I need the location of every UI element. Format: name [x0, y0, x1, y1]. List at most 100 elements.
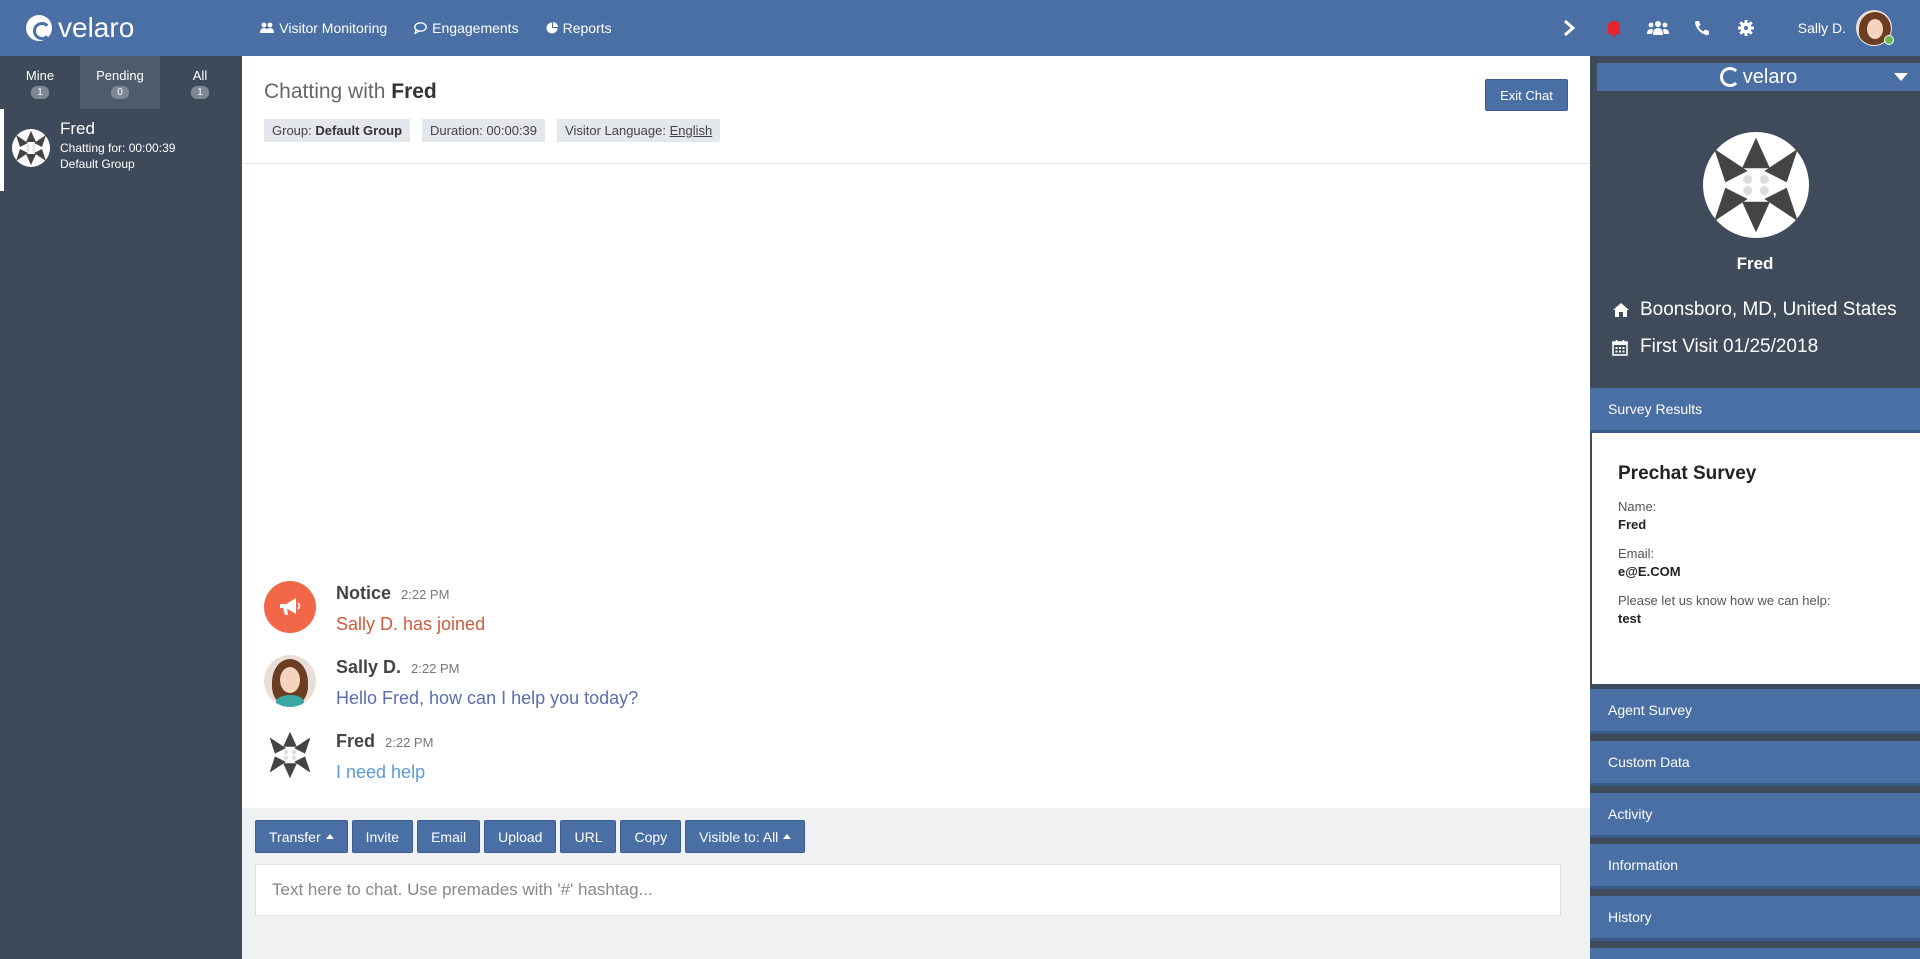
- panel-brand-dropdown[interactable]: velaro: [1597, 63, 1920, 91]
- message-body: Fred 2:22 PM I need help: [336, 729, 433, 803]
- chevron-right-icon[interactable]: [1548, 19, 1592, 37]
- velaro-logo-icon: [26, 15, 52, 41]
- online-status-dot: [1884, 35, 1894, 45]
- survey-answer: Fred: [1618, 517, 1647, 532]
- message-item: Notice 2:22 PM Sally D. has joined: [264, 581, 1564, 655]
- nav-visitor-monitoring[interactable]: Visitor Monitoring: [260, 20, 387, 36]
- message-body: Sally D. 2:22 PM Hello Fred, how can I h…: [336, 655, 638, 729]
- tab-label: All: [192, 68, 208, 83]
- chat-header: Chatting with Fred Group: Default Group …: [242, 56, 1590, 164]
- prechat-survey-card: Prechat Survey Name: Fred Email: e@E.COM…: [1592, 433, 1920, 684]
- survey-question: Name:: [1618, 499, 1657, 514]
- visitor-location-text: Boonsboro, MD, United States: [1640, 299, 1897, 320]
- survey-question: Please let us know how we can help:: [1618, 593, 1831, 608]
- chat-composer: Transfer Invite Email Upload URL Copy Vi…: [242, 808, 1590, 959]
- survey-answer: e@E.COM: [1618, 564, 1681, 579]
- brand-logo[interactable]: velaro: [26, 12, 134, 44]
- invite-button[interactable]: Invite: [351, 820, 414, 853]
- brand-name: velaro: [58, 12, 135, 43]
- activity-header[interactable]: Activity: [1590, 793, 1920, 838]
- language-tag: Visitor Language: English: [557, 119, 721, 142]
- pie-chart-icon: [546, 22, 558, 34]
- chat-list-item-info: Fred Chatting for: 00:00:39 Default Grou…: [60, 119, 175, 191]
- panel-brand-name: velaro: [1742, 65, 1798, 88]
- language-link[interactable]: English: [670, 123, 713, 138]
- message-time: 2:22 PM: [385, 735, 434, 750]
- caret-down-icon: [1894, 73, 1908, 81]
- visitor-profile-name: Fred: [1736, 254, 1774, 273]
- user-name[interactable]: Sally D.: [1798, 20, 1846, 36]
- chat-list-sidebar: Mine 1 Pending 0 All 1 Fred Chatting for…: [0, 56, 242, 959]
- chat-message-input[interactable]: [255, 864, 1561, 916]
- transfer-button[interactable]: Transfer: [255, 820, 348, 853]
- phone-icon[interactable]: [1680, 19, 1724, 37]
- history-header[interactable]: History: [1590, 896, 1920, 941]
- visitor-details-panel: velaro Fred Boonsboro, MD, United States…: [1590, 56, 1920, 959]
- message-author: Notice: [336, 583, 392, 603]
- group-tag-label: Group:: [272, 123, 312, 138]
- main-nav: Visitor Monitoring Engagements Reports: [260, 20, 638, 36]
- duration-tag: Duration: 00:00:39: [422, 119, 546, 142]
- tab-label: Pending: [96, 68, 144, 83]
- message-time: 2:22 PM: [411, 661, 460, 676]
- visitor-location: Boonsboro, MD, United States: [1612, 299, 1897, 321]
- tab-all[interactable]: All 1: [160, 56, 240, 109]
- tab-count-badge: 0: [111, 86, 129, 99]
- home-icon: [1612, 302, 1634, 318]
- message-text: Hello Fred, how can I help you today?: [336, 688, 639, 708]
- group-tag-value: Default Group: [315, 123, 403, 138]
- exit-chat-button[interactable]: Exit Chat: [1485, 79, 1568, 111]
- tab-count-badge: 1: [31, 86, 49, 99]
- nav-label: Engagements: [432, 20, 519, 36]
- visitor-first-visit: First Visit 01/25/2018: [1612, 336, 1818, 358]
- top-right-actions: Sally D.: [1548, 0, 1920, 56]
- survey-question: Email:: [1618, 546, 1655, 561]
- megaphone-icon: [264, 581, 316, 633]
- nav-engagements[interactable]: Engagements: [414, 20, 519, 36]
- survey-title: Prechat Survey: [1618, 463, 1757, 484]
- chat-list-item-fred[interactable]: Fred Chatting for: 00:00:39 Default Grou…: [0, 109, 242, 191]
- more-sections-header[interactable]: [1590, 948, 1920, 959]
- tab-mine[interactable]: Mine 1: [0, 56, 80, 109]
- chat-bubble-icon: [414, 22, 428, 34]
- gear-icon[interactable]: [1724, 19, 1768, 37]
- velaro-logo-icon: [1719, 67, 1740, 87]
- survey-results-header[interactable]: Survey Results: [1590, 388, 1920, 433]
- visitor-avatar: [12, 129, 50, 167]
- chat-meta-tags: Group: Default Group Duration: 00:00:39 …: [264, 119, 732, 142]
- language-tag-label: Visitor Language:: [565, 123, 666, 138]
- nav-label: Reports: [562, 20, 612, 36]
- bell-icon[interactable]: [1592, 19, 1636, 37]
- upload-button[interactable]: Upload: [484, 820, 557, 853]
- top-navbar: velaro Visitor Monitoring Engagements Re…: [0, 0, 1920, 56]
- information-header[interactable]: Information: [1590, 844, 1920, 889]
- agent-survey-header[interactable]: Agent Survey: [1590, 689, 1920, 734]
- chat-title-name: Fred: [391, 80, 437, 103]
- message-body: Notice 2:22 PM Sally D. has joined: [336, 581, 485, 655]
- chat-duration: Chatting for: 00:00:39: [60, 141, 176, 155]
- team-icon[interactable]: [1636, 19, 1680, 37]
- caret-up-icon: [325, 834, 334, 839]
- nav-reports[interactable]: Reports: [546, 20, 612, 36]
- composer-toolbar: Transfer Invite Email Upload URL Copy Vi…: [255, 820, 809, 853]
- copy-button[interactable]: Copy: [620, 820, 682, 853]
- message-item: Sally D. 2:22 PM Hello Fred, how can I h…: [264, 655, 1564, 729]
- agent-avatar: [264, 655, 316, 707]
- chat-title: Chatting with Fred: [264, 80, 437, 104]
- message-item: Fred 2:22 PM I need help: [264, 729, 1564, 803]
- chat-main: Chatting with Fred Group: Default Group …: [242, 56, 1590, 959]
- tab-pending[interactable]: Pending 0: [80, 56, 160, 109]
- message-author: Sally D.: [336, 657, 402, 677]
- url-button[interactable]: URL: [560, 820, 617, 853]
- visible-to-button[interactable]: Visible to: All: [685, 820, 806, 853]
- chat-group: Default Group: [60, 157, 135, 171]
- tab-count-badge: 1: [191, 86, 209, 99]
- group-tag: Group: Default Group: [264, 119, 411, 142]
- tab-label: Mine: [25, 68, 55, 83]
- calendar-icon: [1612, 339, 1634, 356]
- email-button[interactable]: Email: [417, 820, 481, 853]
- custom-data-header[interactable]: Custom Data: [1590, 741, 1920, 786]
- chat-title-prefix: Chatting with: [264, 80, 386, 103]
- message-meta: Notice 2:22 PM: [336, 583, 485, 604]
- message-meta: Sally D. 2:22 PM: [336, 657, 638, 678]
